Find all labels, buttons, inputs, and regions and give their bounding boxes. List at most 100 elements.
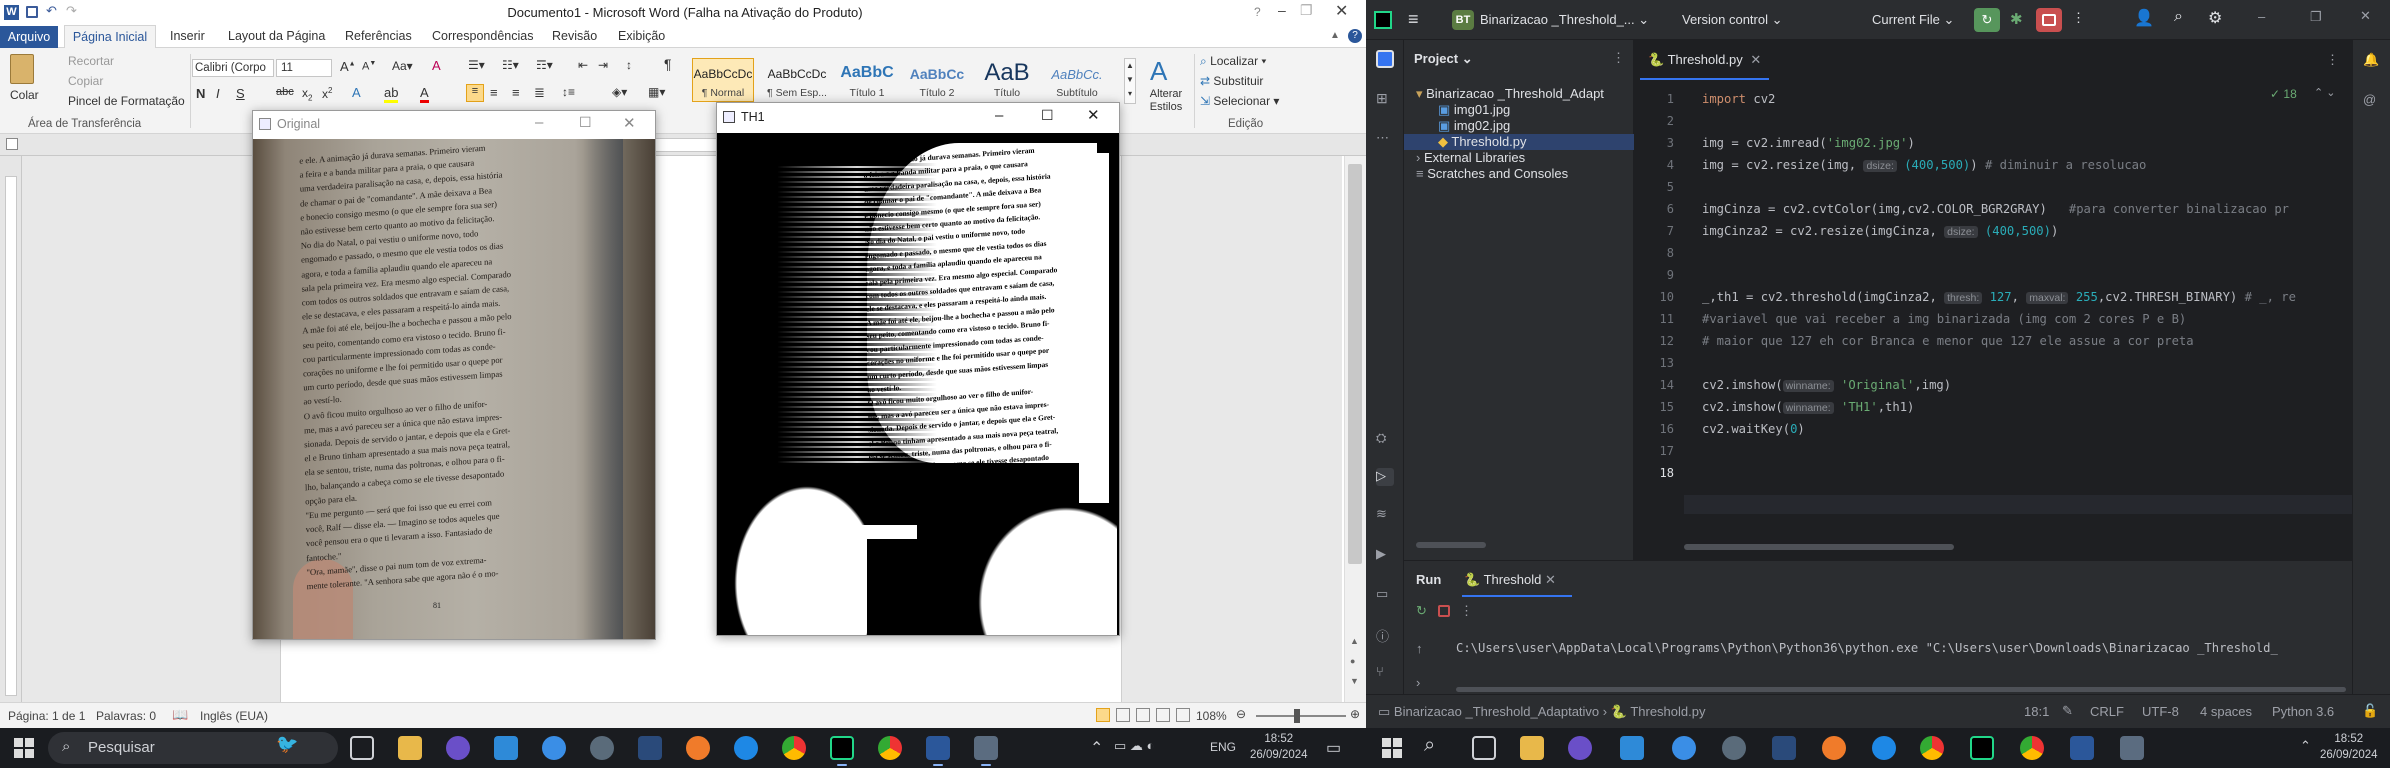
tree-item[interactable]: › External Libraries <box>1416 150 1525 165</box>
app-purple-icon[interactable] <box>1568 736 1592 760</box>
redo-icon[interactable]: ↷ <box>66 3 77 19</box>
word-restore-button[interactable]: ❐ <box>1300 2 1313 19</box>
stop-icon[interactable] <box>1438 605 1450 617</box>
copy-button[interactable]: Copiar <box>68 74 103 88</box>
maximize-button[interactable]: ☐ <box>579 114 592 131</box>
text-effects-icon[interactable]: A <box>352 85 361 100</box>
word-minimize-button[interactable]: – <box>1278 2 1286 18</box>
word-help-icon[interactable]: ? <box>1254 5 1261 19</box>
th1-titlebar[interactable]: TH1 – ☐ ✕ <box>717 103 1119 133</box>
word-task-icon[interactable] <box>2070 736 2094 760</box>
rerun-button[interactable]: ↻ <box>1974 8 2000 32</box>
readonly-icon[interactable]: ✎ <box>2062 703 2073 719</box>
horizontal-ruler[interactable] <box>0 134 1366 156</box>
font-size-select[interactable]: 11 <box>276 59 332 77</box>
style-titulo[interactable]: AaB Título <box>976 58 1038 102</box>
next-page-icon[interactable]: ▼ <box>1350 676 1359 686</box>
sort-icon[interactable]: ↕ <box>626 58 632 72</box>
zoom-thumb[interactable] <box>1294 709 1300 723</box>
tray-icons[interactable]: ⌃ <box>2300 738 2311 754</box>
style-sem-espaco[interactable]: AaBbCcDc ¶ Sem Esp... <box>766 58 828 102</box>
save-icon[interactable] <box>26 6 38 18</box>
style-titulo-1[interactable]: AaBbC Título 1 <box>836 58 898 102</box>
tab-pagina-inicial[interactable]: Página Inicial <box>64 25 156 48</box>
zoom-slider[interactable] <box>1256 715 1346 717</box>
help-icon[interactable]: ? <box>1348 29 1362 43</box>
style-titulo-2[interactable]: AaBbCc Título 2 <box>906 58 968 102</box>
notifications-icon[interactable]: 🔔 <box>2363 52 2381 70</box>
browse-object-icon[interactable]: ● <box>1350 656 1355 666</box>
close-tab-icon[interactable]: ✕ <box>1750 52 1761 67</box>
layers-icon[interactable]: ≋ <box>1376 506 1394 524</box>
shrink-font-icon[interactable]: A▼ <box>362 60 376 73</box>
line-spacing-icon[interactable]: ↕≡ <box>562 85 575 99</box>
font-color-icon[interactable]: A <box>420 85 429 103</box>
app-blue-icon[interactable] <box>1672 736 1696 760</box>
console-output[interactable]: C:\Users\user\AppData\Local\Programs\Pyt… <box>1456 641 2346 655</box>
subscript-icon[interactable]: x2 <box>302 86 312 102</box>
breadcrumb[interactable]: ▭ Binarizacao _Threshold_Adaptativo › 🐍 … <box>1378 704 1705 720</box>
language-indicator[interactable]: ENG <box>1210 740 1236 754</box>
numbering-icon[interactable]: ☷▾ <box>502 58 519 72</box>
run-tab[interactable]: 🐍 Threshold ✕ <box>1464 572 1556 588</box>
tray-chevron-icon[interactable]: ⌃ <box>1090 738 1103 758</box>
vscode-icon[interactable] <box>494 736 518 760</box>
chrome-profile-icon[interactable] <box>2020 736 2044 760</box>
run-tool-icon[interactable]: ▷ <box>1376 468 1394 486</box>
font-name-select[interactable]: Calibri (Corpo <box>192 59 274 77</box>
zoom-out-icon[interactable]: ⊖ <box>1236 707 1246 721</box>
search-icon[interactable]: ⌕ <box>2174 8 2183 26</box>
vcs-selector[interactable]: Version control ⌄ <box>1682 12 1783 28</box>
start-button-2[interactable] <box>1382 738 1402 758</box>
app-blue-icon[interactable] <box>542 736 566 760</box>
language-status[interactable]: Inglês (EUA) <box>200 709 268 723</box>
code-lines[interactable]: import cv2 img = cv2.imread('img02.jpg')… <box>1634 84 2352 514</box>
borders-icon[interactable]: ▦▾ <box>648 85 665 99</box>
grow-font-icon[interactable]: A▲ <box>340 59 356 74</box>
tray-icons[interactable]: ▭ ☁ ◐ <box>1114 738 1154 754</box>
editor-tab[interactable]: 🐍 Threshold.py ✕ ⋮ <box>1634 40 2352 80</box>
highlight-icon[interactable]: ab <box>384 85 399 103</box>
superscript-icon[interactable]: x2 <box>322 86 332 101</box>
app-gray-icon[interactable] <box>1722 736 1746 760</box>
chrome-icon[interactable] <box>1920 736 1944 760</box>
app-orange-icon[interactable] <box>1822 736 1846 760</box>
style-subtitulo[interactable]: AaBbCc. Subtítulo <box>1046 58 1108 102</box>
styles-scroll[interactable]: ▲ ▼ ▾ <box>1124 58 1136 104</box>
panel-options-icon[interactable]: ⋮ <box>1612 50 1625 66</box>
tab-revisao[interactable]: Revisão <box>552 29 597 43</box>
console-hscroll[interactable] <box>1456 687 2346 692</box>
lock-icon[interactable]: 🔓 <box>2362 703 2378 719</box>
rerun-icon[interactable]: ↻ <box>1416 603 1427 619</box>
git-icon[interactable]: ⑂ <box>1376 664 1394 682</box>
project-header[interactable]: Project ⌄ <box>1414 51 1473 67</box>
user-icon[interactable]: 👤 <box>2134 8 2154 28</box>
view-reading-icon[interactable] <box>1116 708 1130 722</box>
tab-options-icon[interactable]: ⋮ <box>2326 52 2339 68</box>
change-styles-icon[interactable]: A <box>1150 56 1167 87</box>
clock[interactable]: 18:52 26/09/2024 <box>2320 731 2378 763</box>
debug-icon[interactable]: ✱ <box>2010 10 2023 28</box>
tree-item[interactable]: ▣ img01.jpg <box>1438 102 1510 118</box>
align-right-icon[interactable]: ≡ <box>512 85 520 100</box>
breadcrumb-file[interactable]: Threshold.py <box>1630 704 1705 719</box>
chrome-icon[interactable] <box>782 736 806 760</box>
tab-layout[interactable]: Layout da Página <box>228 29 325 43</box>
python-window-icon[interactable] <box>974 736 998 760</box>
ai-assistant-icon[interactable]: @ <box>2363 92 2381 110</box>
close-button[interactable]: ✕ <box>623 114 636 132</box>
search-box[interactable]: ⌕ Pesquisar 🐦 <box>48 732 338 764</box>
chrome-profile-icon[interactable] <box>878 736 902 760</box>
structure-icon[interactable]: ⊞ <box>1376 90 1394 108</box>
original-titlebar[interactable]: Original – ☐ ✕ <box>253 111 655 139</box>
align-center-icon[interactable]: ≡ <box>490 85 498 100</box>
vscode-icon[interactable] <box>1620 736 1644 760</box>
tree-item[interactable]: ▾ Binarizacao _Threshold_Adapt <box>1416 86 1604 102</box>
word-close-button[interactable]: ✕ <box>1335 1 1348 21</box>
file-explorer-icon[interactable] <box>1520 736 1544 760</box>
tab-correspondencias[interactable]: Correspondências <box>432 29 533 43</box>
proofing-icon[interactable]: 📖 <box>172 707 188 723</box>
prev-page-icon[interactable]: ▲ <box>1350 636 1359 646</box>
page-count[interactable]: Página: 1 de 1 <box>8 709 85 723</box>
tab-selector-icon[interactable] <box>6 138 18 150</box>
